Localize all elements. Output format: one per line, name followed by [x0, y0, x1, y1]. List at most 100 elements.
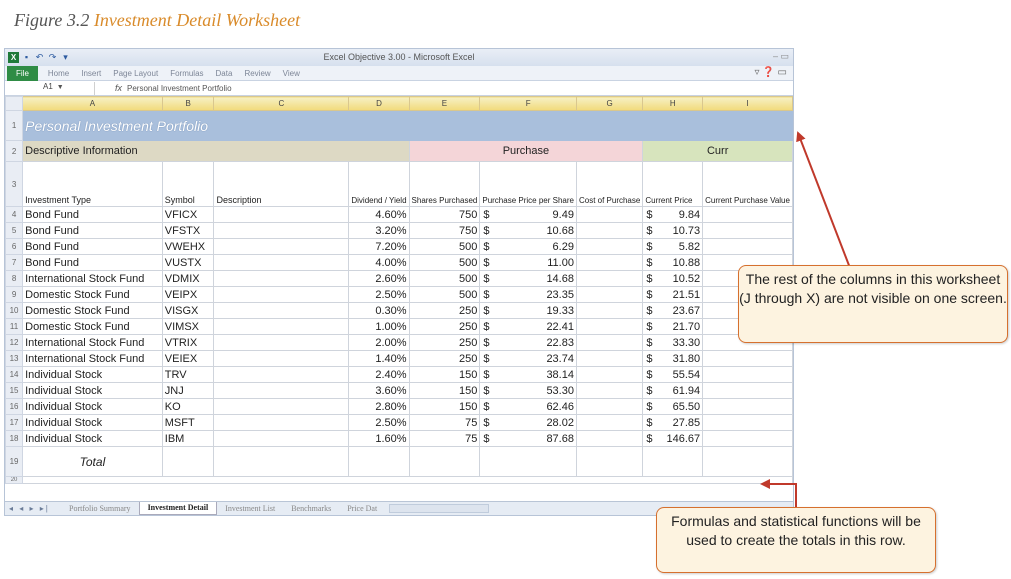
cell-investment-type[interactable]: Bond Fund — [22, 238, 163, 255]
cell-current-price[interactable]: $10.52 — [642, 270, 704, 287]
cell-description[interactable] — [213, 366, 350, 383]
column-header-e[interactable]: E — [408, 96, 481, 111]
row-header[interactable]: 9 — [5, 286, 24, 303]
cell-current-price[interactable]: $21.51 — [642, 286, 704, 303]
cell-shares-purchased[interactable]: 250 — [408, 350, 481, 367]
cell-purchase-price[interactable]: $22.41 — [479, 318, 577, 335]
row-header[interactable]: 11 — [5, 318, 24, 335]
sheet-nav-buttons[interactable]: ◂ ◂ ▸ ▸| — [5, 504, 61, 513]
cell-dividend-yield[interactable]: 4.00% — [348, 254, 410, 271]
cell-dividend-yield[interactable]: 2.50% — [348, 286, 410, 303]
cell-symbol[interactable]: VTRIX — [161, 334, 215, 351]
tab-formulas[interactable]: Formulas — [170, 69, 203, 78]
cell-current-purchase-value[interactable] — [702, 398, 793, 415]
cell-dividend-yield[interactable]: 0.30% — [348, 302, 410, 319]
cell-shares-purchased[interactable]: 250 — [408, 334, 481, 351]
cell-description[interactable] — [213, 398, 350, 415]
section-descriptive[interactable]: Descriptive Information — [22, 140, 410, 162]
cell-investment-type[interactable]: Individual Stock — [22, 414, 163, 431]
total-cell[interactable] — [348, 446, 410, 477]
cell-current-price[interactable]: $5.82 — [642, 238, 704, 255]
header-current-price[interactable]: Current Price — [642, 161, 704, 207]
cell-investment-type[interactable]: Individual Stock — [22, 398, 163, 415]
cell-dividend-yield[interactable]: 3.20% — [348, 222, 410, 239]
cell-cost-of-purchase[interactable] — [575, 334, 644, 351]
column-header-h[interactable]: H — [642, 96, 704, 111]
customize-quick-access-icon[interactable]: ▾ — [60, 52, 71, 63]
undo-icon[interactable]: ↶ — [34, 52, 45, 63]
cell-shares-purchased[interactable]: 750 — [408, 206, 481, 223]
cell-purchase-price[interactable]: $28.02 — [479, 414, 577, 431]
cell-description[interactable] — [213, 270, 350, 287]
cell-investment-type[interactable]: International Stock Fund — [22, 334, 163, 351]
cell-symbol[interactable]: VFICX — [161, 206, 215, 223]
cell-current-price[interactable]: $10.73 — [642, 222, 704, 239]
row-header[interactable]: 19 — [5, 446, 24, 477]
total-label[interactable]: Total — [22, 446, 163, 477]
row-20-cells[interactable] — [22, 476, 793, 484]
horizontal-scrollbar[interactable] — [389, 504, 490, 513]
cell-current-price[interactable]: $9.84 — [642, 206, 704, 223]
cell-current-price[interactable]: $65.50 — [642, 398, 704, 415]
cell-description[interactable] — [213, 286, 350, 303]
cell-investment-type[interactable]: Bond Fund — [22, 254, 163, 271]
column-header-c[interactable]: C — [213, 96, 350, 111]
row-header[interactable]: 2 — [5, 140, 24, 162]
column-header-g[interactable]: G — [575, 96, 644, 111]
cell-investment-type[interactable]: Domestic Stock Fund — [22, 286, 163, 303]
row-header[interactable]: 14 — [5, 366, 24, 383]
header-dividend-yield[interactable]: Dividend / Yield — [348, 161, 410, 207]
cell-current-price[interactable]: $33.30 — [642, 334, 704, 351]
cell-purchase-price[interactable]: $23.74 — [479, 350, 577, 367]
cell-purchase-price[interactable]: $19.33 — [479, 302, 577, 319]
fx-icon[interactable]: fx — [115, 83, 122, 93]
sheet-tab-investment-list[interactable]: Investment List — [217, 504, 283, 513]
row-header[interactable]: 20 — [5, 476, 24, 484]
cell-purchase-price[interactable]: $9.49 — [479, 206, 577, 223]
restore-icon[interactable]: ▭ — [778, 67, 787, 78]
section-current[interactable]: Curr — [642, 140, 793, 162]
cell-symbol[interactable]: VEIEX — [161, 350, 215, 367]
cell-shares-purchased[interactable]: 250 — [408, 302, 481, 319]
cell-dividend-yield[interactable]: 3.60% — [348, 382, 410, 399]
cell-symbol[interactable]: IBM — [161, 430, 215, 447]
cell-dividend-yield[interactable]: 1.00% — [348, 318, 410, 335]
cell-cost-of-purchase[interactable] — [575, 254, 644, 271]
window-controls[interactable]: – ▭ — [773, 51, 789, 62]
cell-current-purchase-value[interactable] — [702, 222, 793, 239]
help-icon[interactable]: ❓ — [762, 67, 774, 78]
cell-description[interactable] — [213, 334, 350, 351]
header-shares-purchased[interactable]: Shares Purchased — [408, 161, 481, 207]
cell-current-price[interactable]: $21.70 — [642, 318, 704, 335]
row-header[interactable]: 13 — [5, 350, 24, 367]
row-header[interactable]: 15 — [5, 382, 24, 399]
cell-purchase-price[interactable]: $6.29 — [479, 238, 577, 255]
cell-dividend-yield[interactable]: 7.20% — [348, 238, 410, 255]
cell-shares-purchased[interactable]: 750 — [408, 222, 481, 239]
row-header[interactable]: 18 — [5, 430, 24, 447]
sheet-tab-benchmarks[interactable]: Benchmarks — [283, 504, 339, 513]
cell-cost-of-purchase[interactable] — [575, 398, 644, 415]
cell-investment-type[interactable]: International Stock Fund — [22, 270, 163, 287]
tab-page-layout[interactable]: Page Layout — [113, 69, 158, 78]
header-symbol[interactable]: Symbol — [161, 161, 215, 207]
cell-cost-of-purchase[interactable] — [575, 350, 644, 367]
cell-shares-purchased[interactable]: 500 — [408, 286, 481, 303]
name-box[interactable]: A1 ▼ — [5, 81, 95, 95]
tab-insert[interactable]: Insert — [81, 69, 101, 78]
chevron-down-icon[interactable]: ▼ — [57, 84, 64, 91]
cell-current-purchase-value[interactable] — [702, 382, 793, 399]
cell-symbol[interactable]: VFSTX — [161, 222, 215, 239]
cell-description[interactable] — [213, 318, 350, 335]
row-header[interactable]: 4 — [5, 206, 24, 223]
row-header[interactable]: 1 — [5, 110, 24, 141]
cell-current-price[interactable]: $23.67 — [642, 302, 704, 319]
cell-symbol[interactable]: JNJ — [161, 382, 215, 399]
cell-current-price[interactable]: $27.85 — [642, 414, 704, 431]
formula-input[interactable]: Personal Investment Portfolio — [127, 84, 232, 93]
cell-investment-type[interactable]: Domestic Stock Fund — [22, 318, 163, 335]
cell-cost-of-purchase[interactable] — [575, 430, 644, 447]
cell-dividend-yield[interactable]: 1.40% — [348, 350, 410, 367]
total-cell[interactable] — [161, 446, 215, 477]
sheet-tab-investment-detail[interactable]: Investment Detail — [138, 502, 218, 515]
